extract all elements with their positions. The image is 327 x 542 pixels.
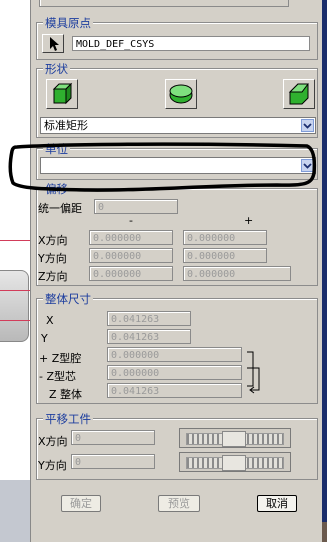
overall-core-label: - Z型芯 — [39, 370, 77, 383]
offset-y-label: Y方向 — [38, 252, 67, 265]
overall-size-title: 整体尺寸 — [43, 291, 93, 307]
overall-y-label: Y — [41, 332, 48, 345]
shape-select[interactable]: 标准矩形 — [40, 117, 316, 134]
custom-shape-icon — [288, 83, 309, 105]
datum-line — [0, 320, 30, 321]
offset-title: 偏移 — [43, 181, 70, 197]
preview-button[interactable]: 预览 — [158, 495, 200, 512]
plus-column-header: + — [244, 214, 254, 227]
workpiece-model — [0, 270, 29, 342]
shape-box-button[interactable] — [46, 79, 78, 109]
shape-custom-button[interactable] — [283, 79, 315, 109]
cancel-button[interactable]: 取消 — [257, 495, 297, 512]
overall-core-field[interactable]: 0.000000 — [107, 365, 242, 380]
offset-x-plus-field[interactable]: 0.000000 — [183, 230, 267, 245]
cad-viewport-edge — [322, 0, 327, 542]
overall-cavity-field[interactable]: 0.000000 — [107, 347, 242, 362]
mold-origin-group: 模具原点 MOLD_DEF_CSYS — [36, 15, 318, 60]
overall-total-field[interactable]: 0.041263 — [107, 383, 242, 398]
select-csys-button[interactable] — [42, 34, 64, 53]
offset-z-plus-field[interactable]: 0.000000 — [183, 266, 291, 281]
translate-x-slider[interactable] — [179, 428, 291, 448]
translate-y-slider[interactable] — [179, 452, 291, 472]
overall-total-label: Z 整体 — [49, 388, 83, 401]
overall-x-label: X — [46, 314, 54, 327]
translate-x-label: X方向 — [38, 435, 68, 448]
overall-cavity-label: + Z型腔 — [39, 352, 82, 365]
offset-z-minus-field[interactable]: 0.000000 — [89, 266, 173, 281]
offset-x-minus-field[interactable]: 0.000000 — [89, 230, 173, 245]
translate-y-field[interactable]: 0 — [71, 454, 155, 469]
datum-line — [0, 290, 30, 291]
cylinder-shape-icon — [169, 84, 193, 104]
mold-origin-title: 模具原点 — [43, 15, 93, 31]
slider-thumb[interactable] — [222, 431, 246, 447]
overall-y-field[interactable]: 0.041263 — [107, 329, 191, 344]
cad-viewport-lower — [0, 480, 30, 542]
translate-title: 平移工件 — [43, 411, 93, 427]
units-title: 单位 — [43, 141, 70, 157]
chevron-down-icon[interactable] — [301, 119, 314, 132]
workpiece-dialog: 模具原点 MOLD_DEF_CSYS 形状 标准矩形 单位 偏移 统一偏距 0 … — [30, 0, 322, 542]
shape-title: 形状 — [43, 61, 70, 77]
units-group: 单位 — [36, 141, 318, 180]
offset-y-plus-field[interactable]: 0.000000 — [183, 248, 267, 263]
shape-group: 形状 标准矩形 — [36, 61, 318, 138]
box-shape-icon — [52, 82, 73, 105]
csys-field[interactable]: MOLD_DEF_CSYS — [72, 36, 310, 51]
offset-y-minus-field[interactable]: 0.000000 — [89, 248, 173, 263]
uniform-offset-label: 统一偏距 — [38, 202, 82, 215]
units-select[interactable] — [40, 157, 316, 174]
shape-cylinder-button[interactable] — [165, 79, 197, 109]
truncated-field[interactable] — [39, 0, 289, 7]
shape-select-value: 标准矩形 — [44, 119, 88, 132]
chevron-down-icon[interactable] — [301, 159, 314, 172]
translate-y-label: Y方向 — [38, 459, 67, 472]
cursor-arrow-icon — [50, 37, 59, 51]
translate-x-field[interactable]: 0 — [71, 430, 155, 445]
minus-column-header: - — [129, 214, 133, 227]
ok-button[interactable]: 确定 — [61, 495, 101, 512]
slider-thumb[interactable] — [222, 455, 246, 471]
uniform-offset-field[interactable]: 0 — [94, 199, 178, 214]
sum-bracket-icon — [247, 351, 260, 394]
overall-x-field[interactable]: 0.041263 — [107, 311, 191, 326]
datum-line — [0, 240, 30, 241]
offset-x-label: X方向 — [38, 234, 68, 247]
offset-z-label: Z方向 — [38, 270, 68, 283]
